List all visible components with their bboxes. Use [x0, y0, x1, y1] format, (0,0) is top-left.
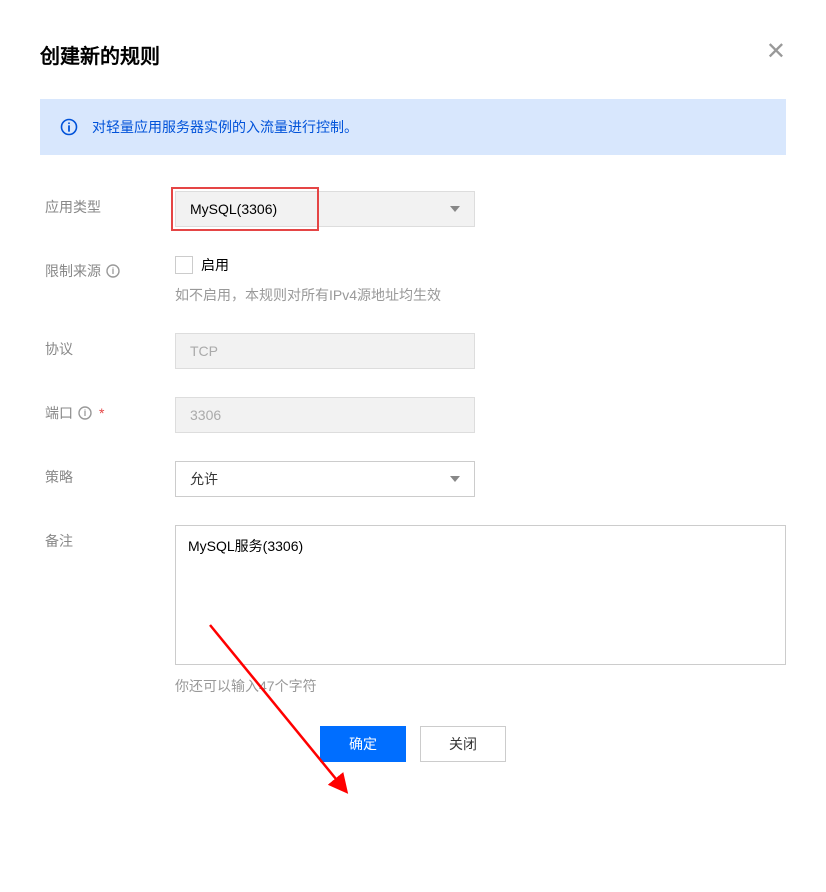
confirm-button[interactable]: 确定	[320, 726, 406, 762]
checkbox-enable[interactable]	[175, 256, 193, 274]
row-app-type: 应用类型 MySQL(3306)	[40, 191, 786, 227]
svg-text:i: i	[84, 408, 87, 418]
input-protocol-value: TCP	[190, 343, 218, 359]
label-restrict-source-text: 限制来源	[45, 261, 101, 281]
restrict-source-hint: 如不启用，本规则对所有IPv4源地址均生效	[175, 285, 786, 305]
label-port: 端口 i *	[45, 397, 175, 423]
create-rule-dialog: 创建新的规则 ✕ 对轻量应用服务器实例的入流量进行控制。 应用类型 MySQL(…	[0, 0, 826, 802]
select-app-type-value: MySQL(3306)	[190, 201, 277, 217]
label-protocol: 协议	[45, 333, 175, 359]
label-restrict-source: 限制来源 i	[45, 255, 175, 281]
label-policy: 策略	[45, 461, 175, 487]
row-policy: 策略 允许	[40, 461, 786, 497]
select-policy[interactable]: 允许	[175, 461, 475, 497]
dialog-title: 创建新的规则	[40, 40, 160, 69]
help-icon[interactable]: i	[106, 264, 120, 278]
info-banner: 对轻量应用服务器实例的入流量进行控制。	[40, 99, 786, 155]
row-remark: 备注 你还可以输入47个字符	[40, 525, 786, 696]
select-policy-value: 允许	[190, 469, 218, 489]
label-app-type: 应用类型	[45, 191, 175, 217]
required-mark: *	[99, 405, 104, 421]
row-port: 端口 i * 3306	[40, 397, 786, 433]
dialog-footer: 确定 关闭	[40, 726, 786, 762]
svg-text:i: i	[112, 266, 115, 276]
input-protocol: TCP	[175, 333, 475, 369]
close-button[interactable]: 关闭	[420, 726, 506, 762]
remark-char-hint: 你还可以输入47个字符	[175, 676, 786, 696]
select-app-type[interactable]: MySQL(3306)	[175, 191, 475, 227]
chevron-down-icon	[450, 206, 460, 212]
close-icon[interactable]: ✕	[766, 40, 786, 64]
label-remark: 备注	[45, 525, 175, 551]
dialog-header: 创建新的规则 ✕	[40, 40, 786, 69]
input-port-value: 3306	[190, 407, 221, 423]
info-banner-text: 对轻量应用服务器实例的入流量进行控制。	[92, 117, 358, 137]
row-protocol: 协议 TCP	[40, 333, 786, 369]
label-port-text: 端口	[45, 403, 73, 423]
checkbox-enable-label: 启用	[201, 255, 229, 275]
input-port: 3306	[175, 397, 475, 433]
info-icon	[60, 118, 78, 136]
chevron-down-icon	[450, 476, 460, 482]
textarea-remark[interactable]	[175, 525, 786, 665]
row-restrict-source: 限制来源 i 启用 如不启用，本规则对所有IPv4源地址均生效	[40, 255, 786, 305]
help-icon[interactable]: i	[78, 406, 92, 420]
